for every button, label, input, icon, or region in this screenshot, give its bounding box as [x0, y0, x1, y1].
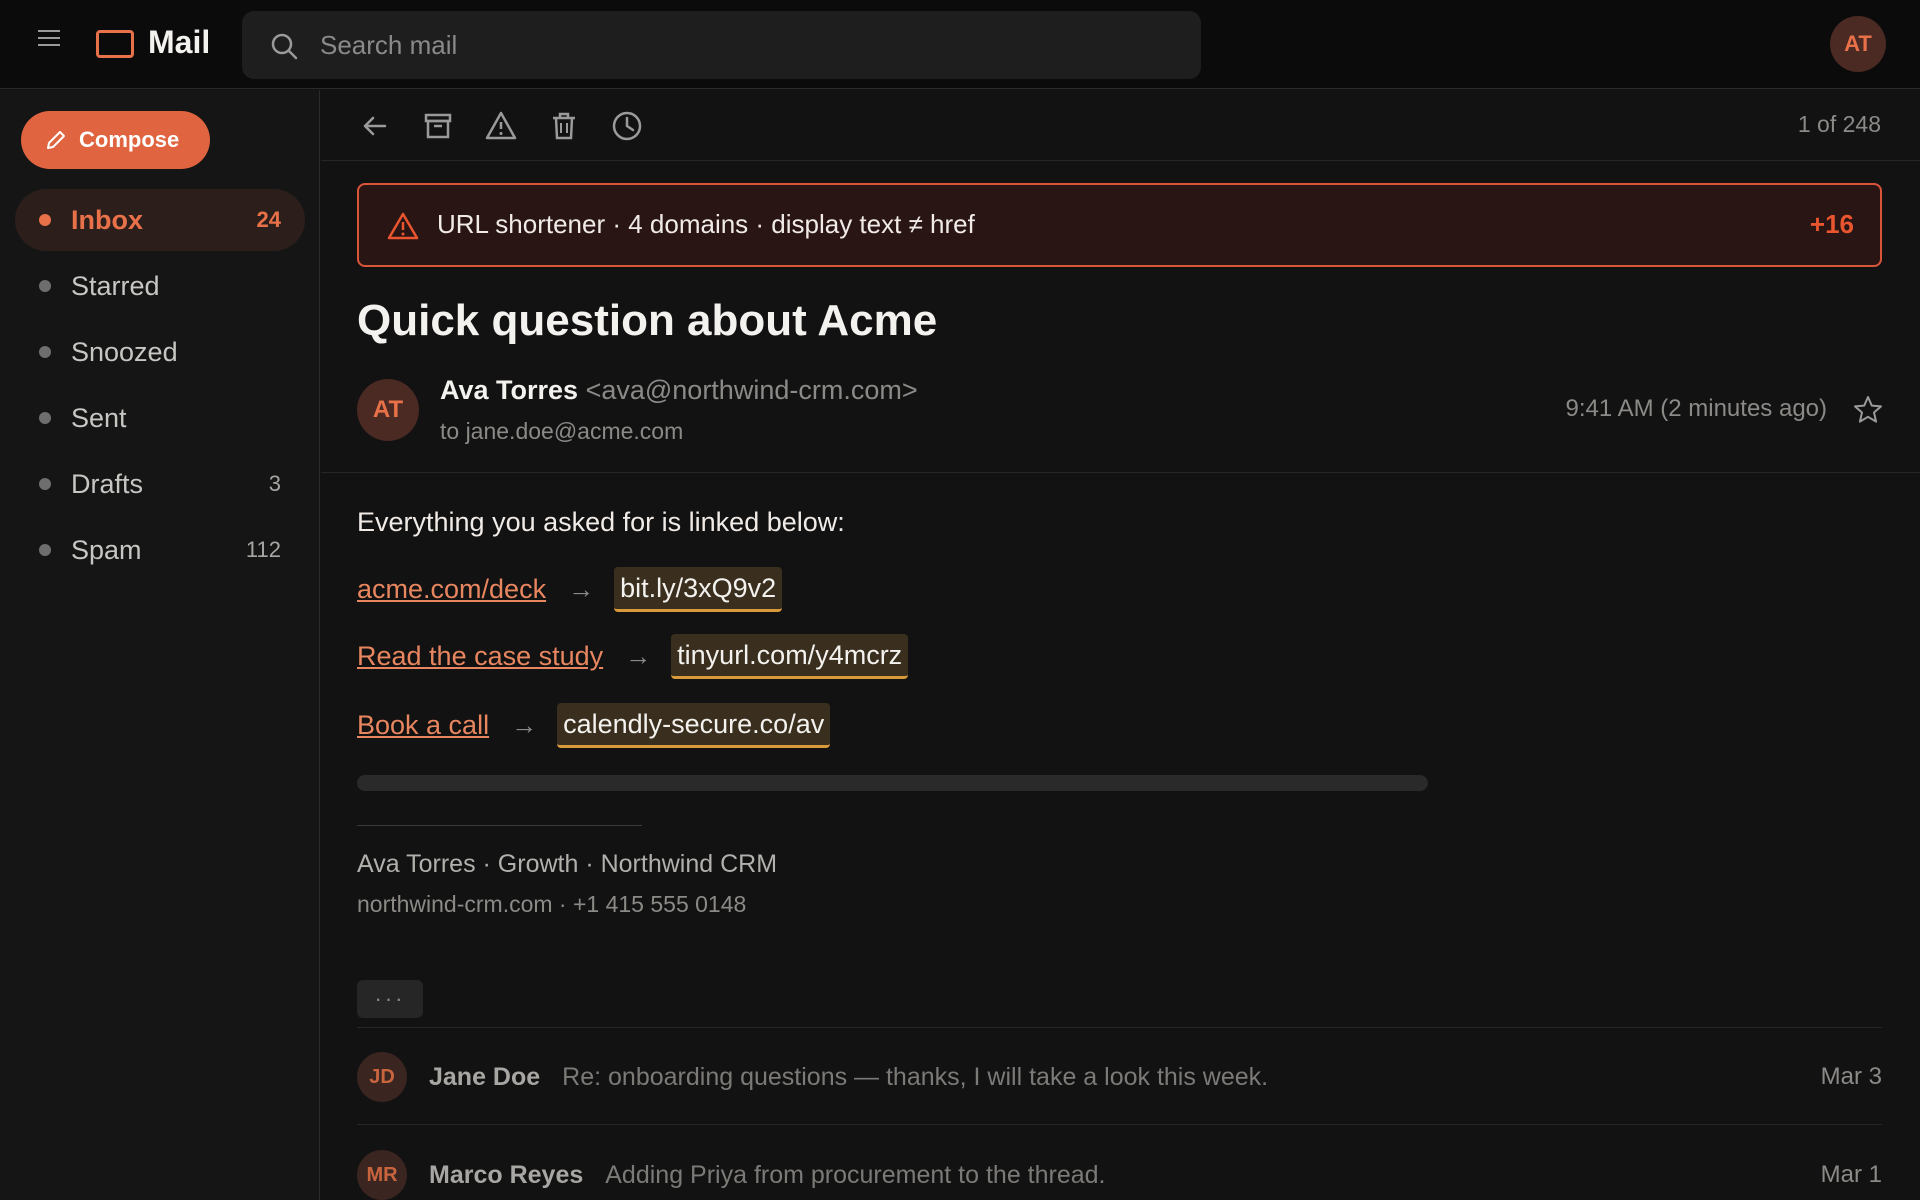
account-avatar[interactable]: AT — [1830, 16, 1886, 72]
folder-dot-icon — [39, 412, 51, 424]
folder-dot-icon — [39, 346, 51, 358]
nav-item-spam[interactable]: Spam 112 — [15, 519, 305, 581]
message-toolbar: 1 of 248 — [321, 90, 1920, 161]
message-link[interactable]: Read the case study — [357, 641, 603, 672]
report-spam-icon[interactable] — [483, 108, 519, 144]
nav-item-starred[interactable]: Starred — [15, 255, 305, 317]
nav-item-inbox[interactable]: Inbox 24 — [15, 189, 305, 251]
thread-divider — [357, 1027, 1882, 1028]
link-target-badge: bit.ly/3xQ9v2 — [614, 567, 783, 612]
thread-date: Mar 1 — [1820, 1161, 1882, 1188]
header-divider — [321, 472, 1920, 473]
message-link[interactable]: Book a call — [357, 710, 489, 741]
signature-name: Ava Torres · Growth · Northwind CRM — [357, 850, 778, 878]
thread-date: Mar 3 — [1820, 1063, 1882, 1090]
compose-label: Compose — [79, 127, 180, 152]
signature-divider — [357, 825, 642, 826]
message-pane: 1 of 248 URL shortener · 4 domains · dis… — [321, 90, 1920, 1200]
thread-divider — [357, 1124, 1882, 1125]
sender-name[interactable]: Ava Torres — [440, 375, 578, 405]
folder-dot-icon — [39, 214, 51, 226]
link-row: Book a call → calendly-secure.co/av — [357, 703, 831, 748]
folder-dot-icon — [39, 544, 51, 556]
nav-item-label: Drafts — [71, 468, 144, 499]
message-subject: Quick question about Acme — [357, 296, 938, 345]
link-row: acme.com/deck → bit.ly/3xQ9v2 — [357, 567, 783, 612]
link-target-badge: calendly-secure.co/av — [557, 703, 831, 748]
arrow-icon: → — [625, 641, 652, 671]
star-icon[interactable] — [1852, 394, 1884, 426]
message-link[interactable]: acme.com/deck — [357, 574, 546, 605]
sender-email: <ava@northwind-crm.com> — [585, 375, 918, 405]
search-input[interactable] — [320, 25, 1160, 65]
nav-item-label: Snoozed — [71, 336, 178, 367]
signature-contact: northwind-crm.com · +1 415 555 0148 — [357, 891, 747, 917]
sidebar: Compose Inbox 24 Starred Snoozed Sent Dr… — [0, 90, 320, 1200]
delete-icon[interactable] — [546, 108, 582, 144]
link-row: Read the case study → tinyurl.com/y4mcrz — [357, 634, 909, 679]
back-icon[interactable] — [357, 108, 393, 144]
search-bar[interactable] — [242, 11, 1201, 79]
nav-item-count: 3 — [268, 471, 281, 496]
sender-line: Ava Torres <ava@northwind-crm.com> — [440, 375, 918, 406]
mail-logo-icon — [96, 30, 134, 58]
phishing-warning-banner: URL shortener · 4 domains · display text… — [357, 183, 1882, 267]
avatar: JD — [357, 1052, 407, 1102]
nav-item-label: Starred — [71, 270, 160, 301]
warning-text: URL shortener · 4 domains · display text… — [437, 209, 975, 239]
thread-message-row[interactable]: JD Jane Doe Re: onboarding questions — t… — [357, 1051, 1882, 1103]
message-timestamp: 9:41 AM (2 minutes ago) — [1565, 395, 1827, 422]
archive-icon[interactable] — [420, 108, 456, 144]
search-icon — [271, 33, 298, 60]
nav-item-drafts[interactable]: Drafts 3 — [15, 453, 305, 515]
arrow-icon: → — [511, 710, 538, 740]
nav-item-label: Sent — [71, 402, 127, 433]
thread-snippet: Adding Priya from procurement to the thr… — [605, 1160, 1106, 1189]
nav-item-count: 24 — [256, 207, 281, 232]
pagination-text: 1 of 248 — [1797, 111, 1881, 137]
thread-message-row[interactable]: MR Marco Reyes Adding Priya from procure… — [357, 1149, 1882, 1200]
hidden-text-bar — [357, 775, 1428, 791]
nav-item-label: Spam — [71, 534, 142, 565]
thread-sender: Jane Doe — [429, 1062, 541, 1091]
link-target-badge: tinyurl.com/y4mcrz — [671, 634, 909, 679]
message-body-intro: Everything you asked for is linked below… — [357, 507, 845, 537]
recipient-line: to jane.doe@acme.com — [440, 418, 684, 444]
folder-nav: Inbox 24 Starred Snoozed Sent Drafts 3 S… — [15, 189, 305, 585]
nav-item-count: 112 — [245, 537, 281, 562]
nav-item-sent[interactable]: Sent — [15, 387, 305, 449]
nav-item-snoozed[interactable]: Snoozed — [15, 321, 305, 383]
show-trimmed-button[interactable]: ··· — [357, 980, 423, 1018]
pencil-icon — [47, 131, 65, 149]
compose-button[interactable]: Compose — [21, 111, 210, 169]
arrow-icon: → — [568, 574, 595, 604]
top-bar: Mail AT — [0, 0, 1920, 89]
menu-icon[interactable] — [34, 26, 64, 50]
folder-dot-icon — [39, 478, 51, 490]
warning-icon — [387, 212, 419, 240]
avatar: MR — [357, 1150, 407, 1200]
app-title: Mail — [148, 24, 211, 60]
risk-score: +16 — [1809, 209, 1854, 239]
thread-snippet: Re: onboarding questions — thanks, I wil… — [562, 1062, 1269, 1091]
nav-item-label: Inbox — [71, 204, 143, 235]
snooze-icon[interactable] — [609, 108, 645, 144]
folder-dot-icon — [39, 280, 51, 292]
sender-avatar: AT — [357, 379, 419, 441]
thread-sender: Marco Reyes — [429, 1160, 584, 1189]
